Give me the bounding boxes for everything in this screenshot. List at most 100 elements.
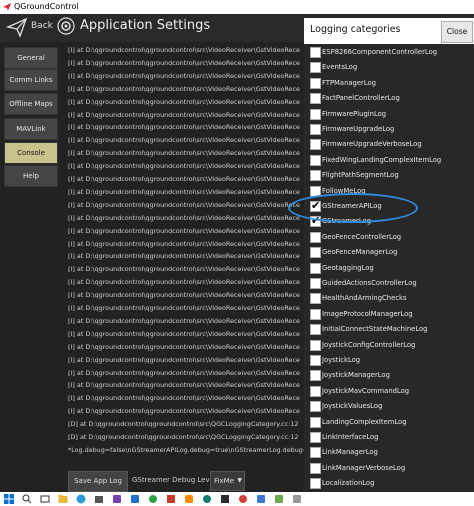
category-row[interactable]: InitialConnectStateMachineLog: [304, 322, 474, 337]
category-row[interactable]: LinkManagerVerboseLog: [304, 461, 474, 476]
category-checkbox[interactable]: [310, 385, 321, 397]
file-explorer-icon[interactable]: [58, 494, 68, 504]
category-checkbox[interactable]: [310, 124, 321, 135]
sidebar-item-general[interactable]: General: [4, 47, 58, 69]
search-icon[interactable]: [22, 494, 32, 504]
category-checkbox[interactable]: [310, 247, 321, 259]
category-checkbox[interactable]: [310, 401, 321, 413]
category-checkbox[interactable]: [310, 447, 321, 459]
app-icon[interactable]: [184, 494, 194, 504]
category-row[interactable]: LinkInterfaceLog: [304, 430, 474, 445]
category-checkbox[interactable]: [310, 339, 321, 351]
category-checkbox[interactable]: [310, 278, 321, 289]
category-row[interactable]: FTPManagerLog: [304, 76, 474, 91]
category-checkbox[interactable]: [310, 77, 321, 89]
category-row[interactable]: GeoFenceControllerLog: [304, 230, 474, 245]
app-icon[interactable]: [220, 494, 230, 504]
app-icon[interactable]: [130, 494, 140, 504]
category-checkbox[interactable]: [310, 93, 321, 105]
save-app-log-button[interactable]: Save App Log: [68, 471, 128, 492]
category-row[interactable]: FirmwarePluginLog: [304, 107, 474, 122]
log-line: [I] at D:\qgroundcontrol\qgroundcontrol\…: [68, 136, 300, 145]
category-checkbox[interactable]: [310, 62, 321, 74]
sidebar-item-console[interactable]: Console: [4, 142, 58, 164]
category-row[interactable]: LocalizationLog: [304, 476, 474, 491]
category-checkbox[interactable]: [310, 324, 321, 336]
category-row[interactable]: ImageProtocolManagerLog: [304, 307, 474, 322]
category-checkbox[interactable]: [310, 154, 321, 166]
app-icon[interactable]: [112, 494, 122, 504]
app-icon[interactable]: [166, 494, 176, 504]
category-row[interactable]: ✔ GStreamerLog: [304, 214, 474, 229]
category-label: GStreamerLog: [322, 217, 371, 226]
back-button[interactable]: Back: [31, 21, 53, 31]
close-button[interactable]: Close: [441, 21, 473, 43]
category-row[interactable]: FixedWingLandingComplexItemLog: [304, 153, 474, 168]
gstreamer-debug-level-select[interactable]: FixMe ▼: [210, 471, 245, 491]
app-icon[interactable]: [256, 494, 266, 504]
category-row[interactable]: GeoFenceManagerLog: [304, 245, 474, 260]
log-line: [I] at D:\qgroundcontrol\qgroundcontrol\…: [68, 278, 300, 287]
checkmark-icon: ✔: [311, 199, 321, 212]
window-title: QGroundControl: [14, 2, 79, 11]
category-row[interactable]: FirmwareUpgradeLog: [304, 122, 474, 137]
category-row[interactable]: JoystickMavCommandLog: [304, 384, 474, 399]
windows-start-icon[interactable]: [4, 494, 14, 504]
category-checkbox[interactable]: [310, 462, 321, 474]
category-row[interactable]: JoystickValuesLog: [304, 399, 474, 414]
store-icon[interactable]: [94, 494, 104, 504]
category-row[interactable]: FirmwareUpgradeVerboseLog: [304, 137, 474, 152]
category-checkbox[interactable]: [310, 308, 321, 320]
category-row[interactable]: GeotaggingLog: [304, 261, 474, 276]
category-checkbox[interactable]: [310, 293, 321, 305]
sidebar-item-mavlink[interactable]: MAVLink: [4, 118, 58, 140]
category-checkbox[interactable]: [310, 416, 321, 428]
category-label: GuidedActionsControllerLog: [322, 279, 417, 287]
sidebar-item-comm-links[interactable]: Comm Links: [4, 69, 58, 91]
category-checkbox[interactable]: [310, 185, 321, 197]
log-line: [I] at D:\qgroundcontrol\qgroundcontrol\…: [68, 187, 300, 196]
category-checkbox[interactable]: [310, 108, 321, 120]
log-line: [I] at D:\qgroundcontrol\qgroundcontrol\…: [68, 239, 300, 248]
app-icon[interactable]: [202, 494, 212, 504]
category-row[interactable]: GuidedActionsControllerLog: [304, 276, 474, 291]
category-checkbox[interactable]: [310, 370, 321, 382]
task-view-icon[interactable]: [40, 494, 50, 504]
category-row[interactable]: JoystickManagerLog: [304, 368, 474, 383]
category-row[interactable]: HealthAndArmingChecks: [304, 291, 474, 306]
app-icon[interactable]: [238, 494, 248, 504]
log-line: [I] at D:\qgroundcontrol\qgroundcontrol\…: [68, 71, 300, 80]
console-log[interactable]: [I] at D:\qgroundcontrol\qgroundcontrol\…: [62, 46, 306, 466]
category-checkbox[interactable]: [310, 139, 321, 151]
category-label: FTPManagerLog: [322, 78, 376, 87]
category-row[interactable]: LinkManagerLog: [304, 445, 474, 460]
category-checkbox[interactable]: [310, 47, 321, 58]
sidebar-item-help[interactable]: Help: [4, 165, 58, 187]
category-row[interactable]: ✔ GStreamerAPILog: [304, 199, 474, 214]
category-checkbox[interactable]: [310, 355, 321, 366]
category-checkbox[interactable]: [310, 231, 321, 243]
category-checkbox[interactable]: [310, 432, 321, 443]
category-checkbox[interactable]: [310, 170, 321, 182]
category-row[interactable]: JoystickLog: [304, 353, 474, 368]
app-icon[interactable]: [148, 494, 158, 504]
app-icon[interactable]: [274, 494, 284, 504]
category-checkbox[interactable]: [310, 478, 321, 490]
paper-plane-icon[interactable]: [6, 16, 28, 38]
category-checkbox[interactable]: ✔: [310, 214, 321, 228]
category-row[interactable]: ESP8266ComponentControllerLog: [304, 45, 474, 60]
log-line: [I] at D:\qgroundcontrol\qgroundcontrol\…: [68, 226, 300, 235]
category-checkbox[interactable]: ✔: [310, 199, 321, 212]
category-label: FlightPathSegmentLog: [322, 171, 399, 180]
category-row[interactable]: FollowMeLog: [304, 184, 474, 199]
sidebar-item-offline-maps[interactable]: Offline Maps: [4, 93, 58, 115]
category-row[interactable]: FlightPathSegmentLog: [304, 168, 474, 183]
category-checkbox[interactable]: [310, 262, 321, 274]
edge-browser-icon[interactable]: [76, 494, 86, 504]
category-row[interactable]: FactPanelControllerLog: [304, 91, 474, 106]
category-row[interactable]: LandingComplexItemLog: [304, 415, 474, 430]
category-label: InitialConnectStateMachineLog: [322, 325, 428, 334]
category-row[interactable]: EventsLog: [304, 60, 474, 75]
category-row[interactable]: JoystickConfigControllerLog: [304, 338, 474, 353]
app-icon[interactable]: [292, 494, 302, 504]
